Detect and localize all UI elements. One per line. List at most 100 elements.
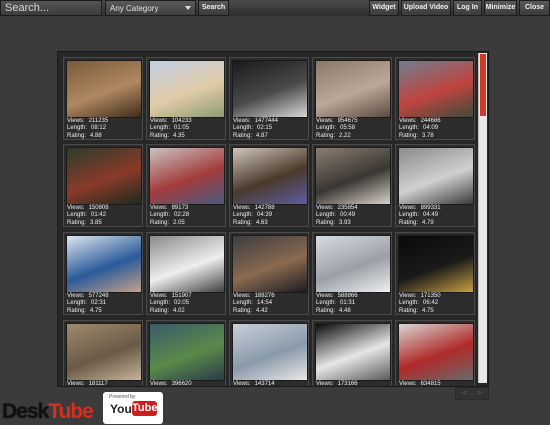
- upload-video-button[interactable]: Upload Video: [401, 0, 451, 16]
- video-thumbnail[interactable]: [149, 323, 225, 381]
- video-views-label: Views:: [150, 205, 168, 211]
- video-thumbnail[interactable]: [315, 323, 391, 381]
- video-meta: Views: 104233 Length: 01:05 Rating: 4.35: [150, 118, 192, 140]
- search-button[interactable]: Search: [198, 0, 229, 16]
- video-length-label: Length:: [150, 212, 171, 219]
- video-views-label: Views:: [399, 381, 417, 387]
- video-length-value: 01:31: [340, 300, 356, 307]
- video-length-row: Length: 06:42: [399, 300, 441, 307]
- video-tile[interactable]: Views: 211235 Length: 08:12 Rating: 4.88: [63, 57, 143, 140]
- video-rating-row: Rating: 3.85: [67, 220, 109, 227]
- video-thumbnail[interactable]: [232, 323, 308, 381]
- video-tile[interactable]: Views: 142788 Length: 04:39 Rating: 4.63: [229, 144, 309, 227]
- video-views-value: 577248: [88, 293, 109, 299]
- video-thumbnail[interactable]: [398, 60, 474, 118]
- video-views-value: 142788: [254, 205, 275, 211]
- video-tile[interactable]: Views:634815Length:Rating:: [395, 320, 475, 387]
- video-views-row: Views: 181117: [67, 381, 108, 386]
- video-tile[interactable]: Views: 954675 Length: 05:58 Rating: 2.22: [312, 57, 392, 140]
- video-thumbnail[interactable]: [315, 235, 391, 293]
- video-views-row: Views: 1477444: [233, 118, 278, 125]
- video-thumbnail[interactable]: [149, 235, 225, 293]
- video-tile[interactable]: Views: 151907 Length: 02:05 Rating: 4.02: [146, 232, 226, 315]
- video-length-value: 08:12: [91, 125, 107, 132]
- video-thumbnail[interactable]: [232, 235, 308, 293]
- powered-by-youtube-badge[interactable]: Powered by You Tube: [103, 392, 163, 424]
- video-thumbnail[interactable]: [398, 147, 474, 205]
- video-tile[interactable]: Views: 150808 Length: 01:42 Rating: 3.85: [63, 144, 143, 227]
- widget-button[interactable]: Widget: [369, 0, 399, 16]
- video-views-value: 173166: [337, 381, 358, 387]
- video-views-value: 143714: [254, 381, 275, 387]
- log-in-button[interactable]: Log In: [453, 0, 482, 16]
- prev-page-button[interactable]: <: [463, 390, 467, 397]
- video-views-label: Views:: [316, 381, 334, 387]
- video-tile[interactable]: Views: 188276 Length: 14:54 Rating: 4.42: [229, 232, 309, 315]
- video-tile[interactable]: Views: 1477444 Length: 02:15 Rating: 4.87: [229, 57, 309, 140]
- video-views-value: 954675: [337, 118, 358, 124]
- video-length-row: Length: 04:49: [399, 212, 441, 219]
- gallery-scrollbar[interactable]: [478, 53, 487, 383]
- minimize-button[interactable]: Minimize: [484, 0, 517, 16]
- video-gallery-panel: Views: 211235 Length: 08:12 Rating: 4.88 Views…: [57, 51, 489, 387]
- video-thumbnail[interactable]: [315, 60, 391, 118]
- video-views-row: Views: 899331: [399, 205, 441, 212]
- video-rating-value: 3.93: [339, 219, 351, 226]
- video-tile[interactable]: Views:143714Length:Rating:: [229, 320, 309, 387]
- video-rating-label: Rating:: [150, 219, 170, 226]
- video-thumbnail[interactable]: [232, 60, 308, 118]
- video-thumbnail[interactable]: [66, 60, 142, 118]
- video-tile[interactable]: Views:173166Length:Rating:: [312, 320, 392, 387]
- video-length-label: Length:: [233, 300, 254, 307]
- video-thumbnail[interactable]: [315, 147, 391, 205]
- close-button[interactable]: Close: [519, 0, 550, 16]
- video-tile[interactable]: Views: 104233 Length: 01:05 Rating: 4.35: [146, 57, 226, 140]
- video-thumbnail[interactable]: [149, 60, 225, 118]
- search-input[interactable]: [0, 0, 102, 16]
- video-rating-row: Rating: 3.93: [316, 220, 358, 227]
- video-rating-label: Rating:: [150, 132, 170, 139]
- video-views-row: Views: 588866: [316, 293, 358, 300]
- video-views-row: Views: 142788: [233, 205, 275, 212]
- video-length-label: Length:: [233, 125, 254, 132]
- video-thumbnail[interactable]: [66, 147, 142, 205]
- video-length-row: Length: 14:54: [233, 300, 275, 307]
- video-thumbnail[interactable]: [398, 235, 474, 293]
- video-tile[interactable]: Views:396620Length:Rating:: [146, 320, 226, 386]
- video-length-row: Length: 02:05: [150, 300, 192, 307]
- scrollbar-thumb[interactable]: [480, 54, 486, 116]
- next-page-button[interactable]: >: [477, 390, 481, 397]
- video-rating-label: Rating:: [150, 307, 170, 314]
- chevron-down-icon: [185, 6, 191, 10]
- video-rating-value: 3.78: [422, 132, 434, 139]
- video-tile[interactable]: Views: 588866 Length: 01:31 Rating: 4.48: [312, 232, 392, 315]
- video-meta: Views: 142788 Length: 04:39 Rating: 4.63: [233, 205, 275, 227]
- video-thumbnail[interactable]: [66, 323, 142, 381]
- video-meta: Views: 150808 Length: 01:42 Rating: 3.85: [67, 205, 109, 227]
- video-tile[interactable]: Views:181117Length:Rating:: [63, 320, 143, 386]
- video-meta: Views:173166Length:Rating:: [316, 381, 358, 387]
- youtube-tube-text: Tube: [132, 401, 158, 416]
- video-rating-row: Rating: 4.88: [67, 133, 108, 140]
- video-tile[interactable]: Views: 899331 Length: 04:49 Rating: 4.79: [395, 144, 475, 227]
- video-thumbnail[interactable]: [66, 235, 142, 293]
- video-tile[interactable]: Views: 171350 Length: 06:42 Rating: 4.75: [395, 232, 475, 315]
- video-views-label: Views:: [399, 293, 417, 299]
- video-tile[interactable]: Views: 244686 Length: 04:09 Rating: 3.78: [395, 57, 475, 140]
- video-meta: Views: 89173 Length: 02:28 Rating: 2.05: [150, 205, 189, 227]
- category-select[interactable]: Any Category: [105, 0, 196, 16]
- video-thumbnail[interactable]: [232, 147, 308, 205]
- video-length-value: 02:15: [257, 125, 273, 132]
- video-meta: Views: 1477444 Length: 02:15 Rating: 4.87: [233, 118, 278, 140]
- video-views-row: Views: 150808: [67, 205, 109, 212]
- video-length-label: Length:: [399, 125, 420, 132]
- video-thumbnail[interactable]: [398, 323, 474, 381]
- video-views-value: 150808: [88, 205, 109, 211]
- video-tile[interactable]: Views: 577248 Length: 02:31 Rating: 4.75: [63, 232, 143, 315]
- video-views-label: Views:: [316, 293, 334, 299]
- video-rating-row: Rating: 4.63: [233, 220, 275, 227]
- video-meta: Views: 588866 Length: 01:31 Rating: 4.48: [316, 293, 358, 315]
- video-tile[interactable]: Views: 89173 Length: 02:28 Rating: 2.05: [146, 144, 226, 227]
- video-thumbnail[interactable]: [149, 147, 225, 205]
- video-tile[interactable]: Views: 235854 Length: 00:49 Rating: 3.93: [312, 144, 392, 227]
